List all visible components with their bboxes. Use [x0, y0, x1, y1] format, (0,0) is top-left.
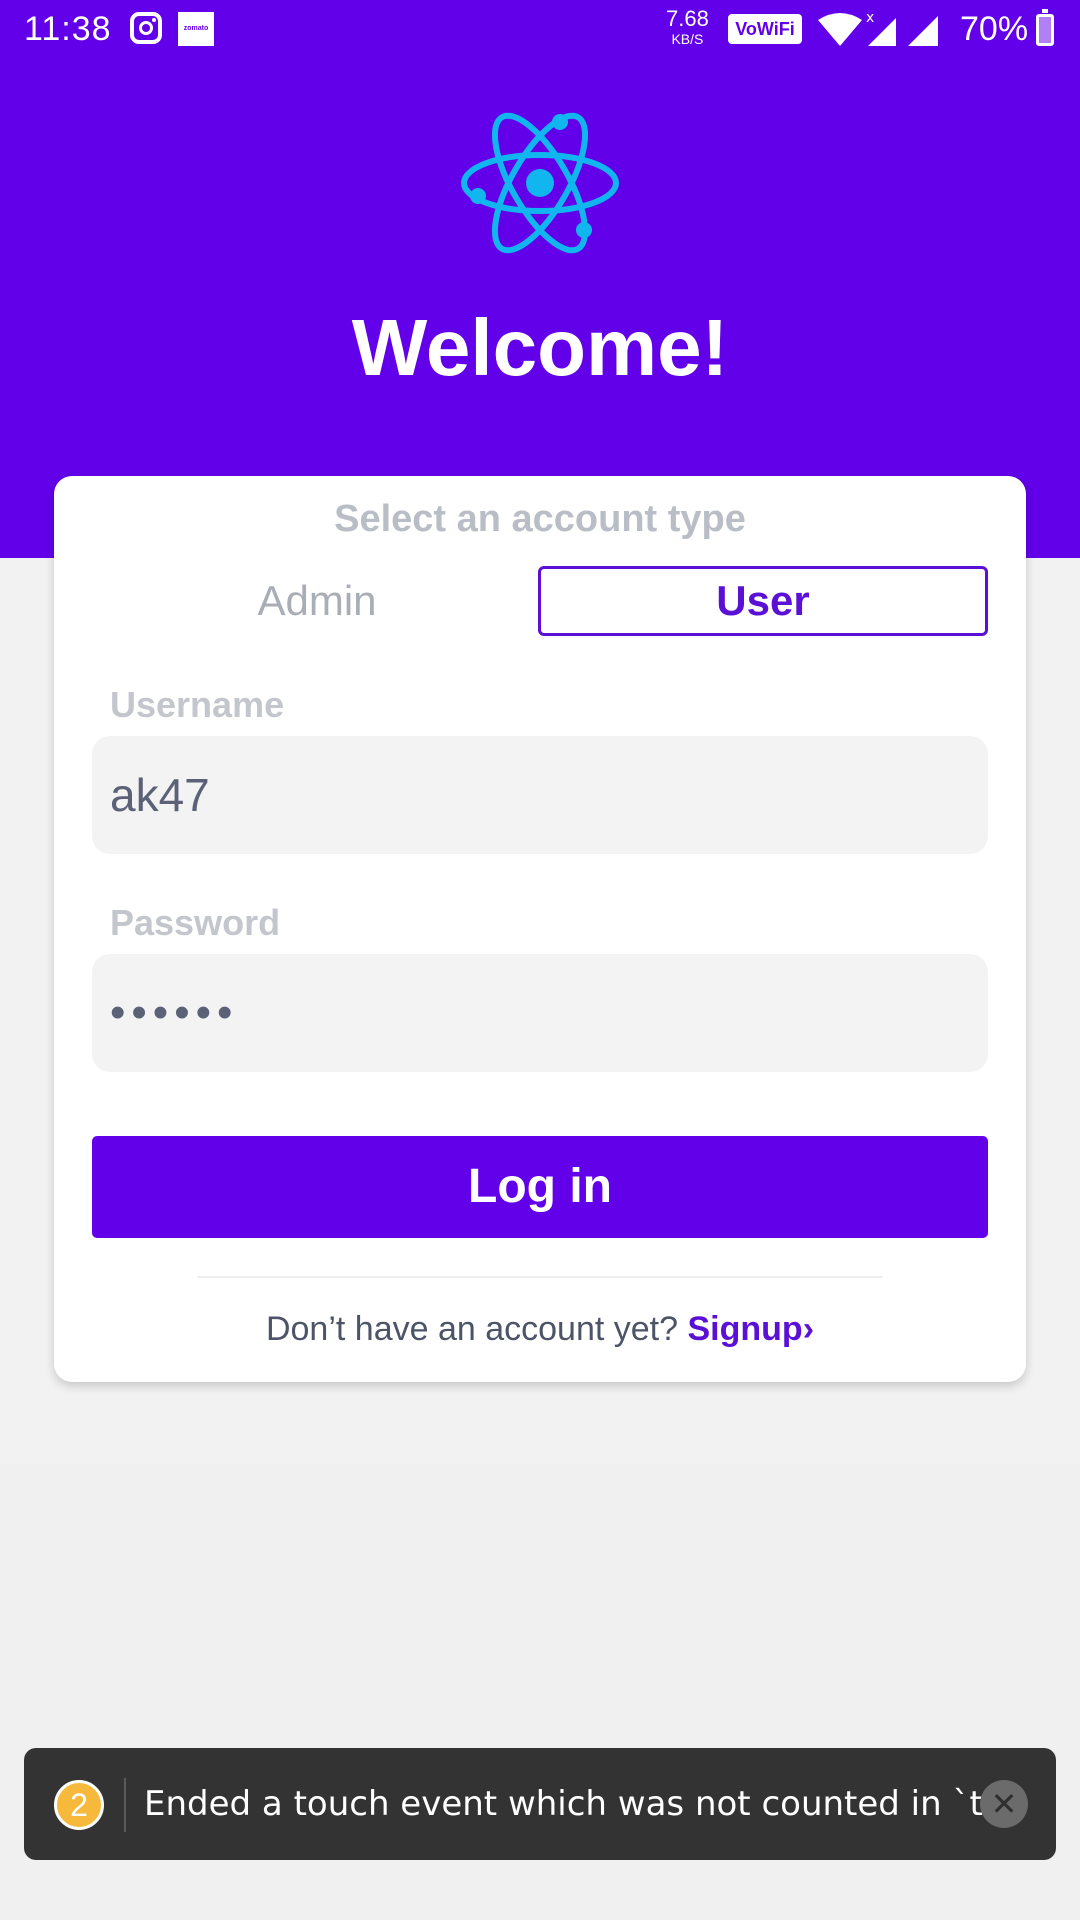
toast-count-badge: 2 [54, 1780, 104, 1830]
signal-icons: x [816, 10, 956, 59]
zomato-icon: zomato [178, 12, 214, 46]
login-card: Select an account type Admin User Userna… [54, 476, 1026, 1382]
wifi-icon [818, 13, 862, 46]
username-label: Username [110, 684, 285, 725]
account-type-label: Select an account type [334, 498, 746, 540]
vowifi-badge: VoWiFi [728, 14, 802, 44]
divider [198, 1276, 882, 1278]
password-field[interactable]: •••••• [92, 954, 988, 1072]
login-button[interactable]: Log in [92, 1136, 988, 1238]
status-bar: 11:38 zomato 7.68 KB/S VoWiFi x 70% [0, 0, 1080, 58]
header-background [0, 0, 1080, 558]
password-label: Password [110, 902, 281, 943]
username-field[interactable]: ak47 [92, 736, 988, 854]
signup-row: Don’t have an account yet? Signup› [54, 1310, 1026, 1349]
instagram-icon [130, 12, 162, 44]
status-time: 11:38 [24, 10, 112, 48]
battery-icon [1036, 9, 1054, 46]
close-icon[interactable]: ✕ [980, 1780, 1028, 1828]
toast-separator [124, 1778, 126, 1832]
page-title: Welcome! [351, 303, 729, 392]
account-type-user[interactable]: User [538, 566, 988, 636]
signup-prompt: Don’t have an account yet? [265, 1310, 679, 1348]
react-atom-icon [460, 108, 620, 258]
account-type-admin[interactable]: Admin [92, 566, 542, 636]
network-speed: 7.68 KB/S [666, 6, 709, 47]
svg-text:x: x [866, 10, 874, 26]
toast-message[interactable]: Ended a touch event which was not counte… [144, 1748, 984, 1860]
signup-link[interactable]: Signup› [687, 1310, 814, 1348]
chevron-right-icon: › [802, 1310, 815, 1348]
dev-toast[interactable]: 2 Ended a touch event which was not coun… [24, 1748, 1056, 1860]
battery-percent: 70% [960, 10, 1029, 48]
signal-icon [868, 16, 938, 46]
